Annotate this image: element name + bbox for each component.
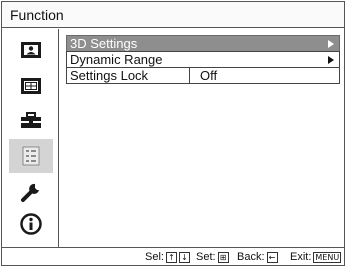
toolbox-icon xyxy=(21,112,41,128)
menu-item-3d-settings[interactable]: 3D Settings xyxy=(66,35,340,52)
sidebar-item-installation[interactable] xyxy=(9,177,53,207)
left-arrow-key-icon: ← xyxy=(266,251,278,263)
menu-item-label: Dynamic Range xyxy=(70,52,163,67)
settings-lock-value[interactable]: Off xyxy=(200,68,217,84)
menu-title-bar: Function xyxy=(2,2,344,28)
menu-item-label: Settings Lock xyxy=(70,68,149,83)
category-sidebar xyxy=(2,29,59,247)
menu-item-settings-lock[interactable]: Settings Lock Off xyxy=(66,67,340,84)
menu-window: Function 3D Settings Dynamic Range Setti… xyxy=(1,1,345,266)
up-arrow-key-icon: ↑ xyxy=(165,251,177,263)
sidebar-item-picture[interactable] xyxy=(9,35,53,65)
select-hint: Sel: ↑ ↓ xyxy=(145,248,190,266)
exit-hint: Exit: MENU xyxy=(290,248,342,266)
select-label: Sel: xyxy=(145,251,164,263)
enter-key-icon: ⊞ xyxy=(217,251,229,263)
sidebar-item-screen[interactable] xyxy=(9,71,53,101)
information-icon xyxy=(20,213,42,235)
submenu-arrow-icon xyxy=(328,40,334,48)
sidebar-item-function[interactable] xyxy=(9,139,53,173)
exit-label: Exit: xyxy=(290,251,312,263)
submenu-arrow-icon xyxy=(328,56,334,64)
down-arrow-key-icon: ↓ xyxy=(178,251,190,263)
screen-icon xyxy=(21,78,41,94)
menu-item-label: 3D Settings xyxy=(70,36,138,51)
value-divider xyxy=(189,68,190,83)
back-label: Back: xyxy=(237,251,265,263)
sidebar-item-information[interactable] xyxy=(9,209,53,239)
menu-content: 3D Settings Dynamic Range Settings Lock … xyxy=(60,29,344,247)
menu-key-icon: MENU xyxy=(313,251,342,263)
back-hint: Back: ← xyxy=(237,248,278,266)
menu-title: Function xyxy=(10,7,64,23)
wrench-icon xyxy=(21,183,39,202)
set-label: Set: xyxy=(196,251,216,263)
function-icon xyxy=(22,146,40,166)
key-guide-bar: Sel: ↑ ↓ Set: ⊞ Back: ← Exit: MENU xyxy=(2,247,344,265)
menu-item-dynamic-range[interactable]: Dynamic Range xyxy=(66,51,340,68)
picture-icon xyxy=(21,42,41,58)
sidebar-item-setup[interactable] xyxy=(9,105,53,135)
set-hint: Set: ⊞ xyxy=(196,248,229,266)
